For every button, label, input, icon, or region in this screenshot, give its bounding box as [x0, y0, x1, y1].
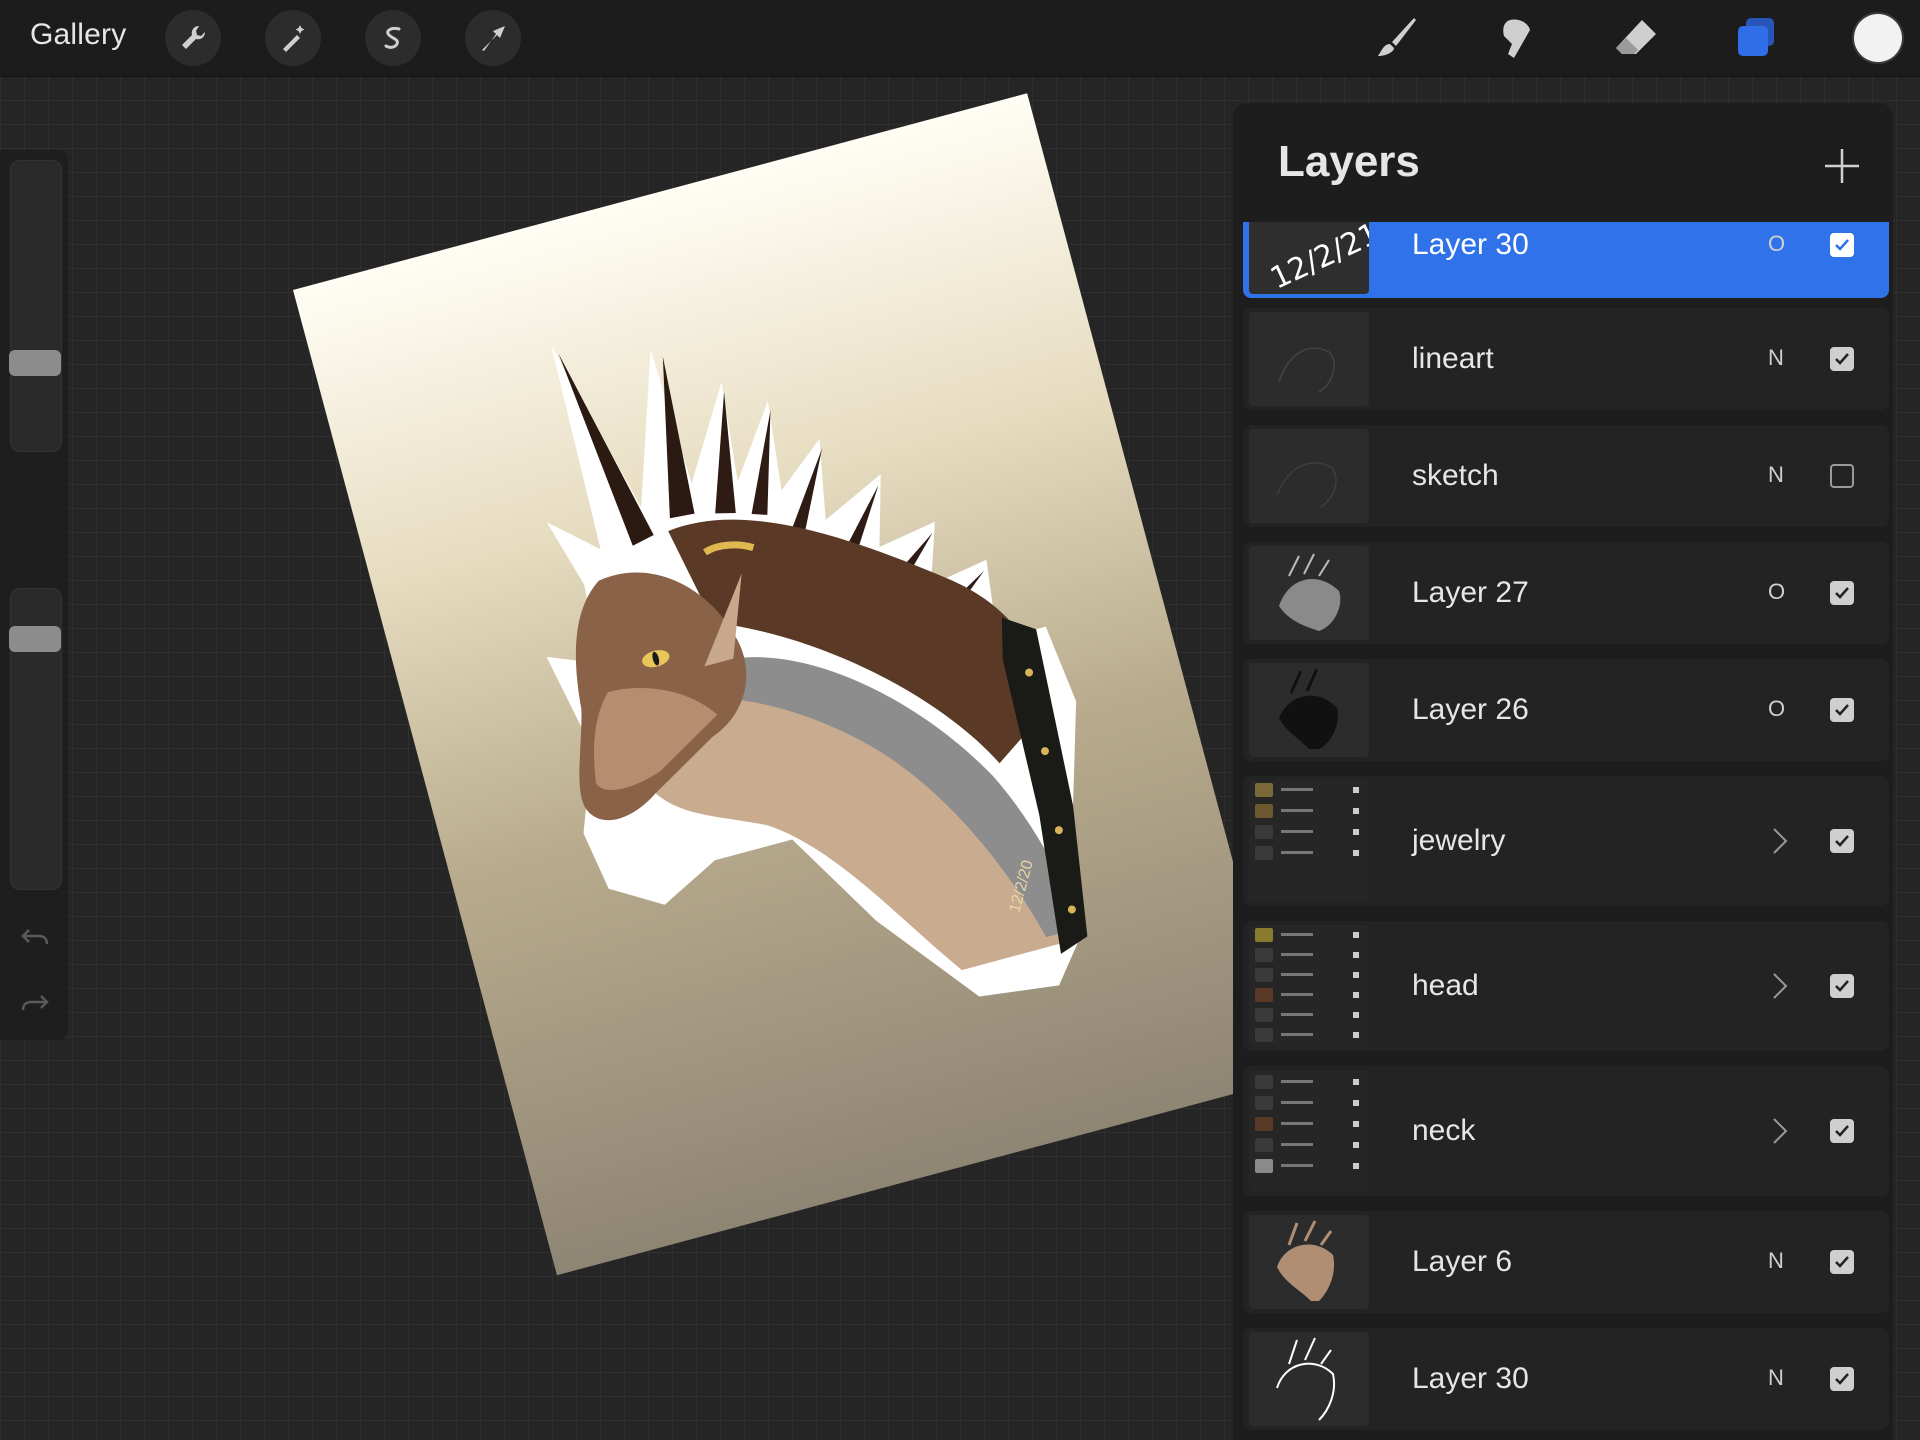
gallery-button[interactable]: Gallery — [30, 18, 126, 52]
blend-mode-label[interactable]: O — [1768, 231, 1785, 257]
layers-panel: Layers 12/2/21 Layer 30 O lineart N sket… — [1233, 103, 1893, 1440]
layer-thumbnail — [1249, 1332, 1369, 1426]
layer-row[interactable]: Layer 30 N — [1243, 1328, 1889, 1430]
checkmark-icon — [1835, 704, 1849, 716]
top-toolbar: Gallery — [0, 0, 1920, 77]
actions-button[interactable] — [165, 10, 221, 66]
layer-visibility-checkbox[interactable] — [1830, 1250, 1854, 1274]
layer-visibility-checkbox[interactable] — [1830, 233, 1854, 257]
layer-visibility-checkbox[interactable] — [1830, 974, 1854, 998]
checkmark-icon — [1835, 980, 1849, 992]
layer-name: Layer 6 — [1412, 1245, 1513, 1278]
layer-name: lineart — [1412, 342, 1494, 375]
layers-tool-button[interactable] — [1730, 12, 1782, 64]
layer-group-name: neck — [1412, 1114, 1476, 1147]
layer-name: Layer 30 — [1412, 1362, 1529, 1395]
adjustments-button[interactable] — [265, 10, 321, 66]
opacity-slider-thumb[interactable] — [9, 626, 61, 653]
undo-icon[interactable] — [19, 920, 51, 952]
left-sidebar — [0, 150, 68, 1040]
smudge-tool-button[interactable] — [1490, 12, 1542, 64]
transform-arrow-icon — [482, 26, 505, 51]
layer-group-row[interactable]: head — [1243, 921, 1889, 1051]
brush-size-slider[interactable] — [10, 160, 62, 452]
smudge-icon — [1503, 19, 1530, 58]
layer-name: sketch — [1412, 459, 1499, 492]
layer-thumbnail — [1249, 312, 1369, 406]
layer-list[interactable]: 12/2/21 Layer 30 O lineart N sketch N La… — [1233, 222, 1893, 1440]
layer-group-row[interactable]: jewelry — [1243, 776, 1889, 906]
checkmark-icon — [1835, 353, 1849, 365]
layer-group-row[interactable]: neck — [1243, 1066, 1889, 1196]
checkmark-icon — [1835, 1373, 1849, 1385]
layer-visibility-checkbox[interactable] — [1830, 1119, 1854, 1143]
blend-mode-label[interactable]: O — [1768, 579, 1785, 605]
layer-row[interactable]: Layer 26 O — [1243, 659, 1889, 761]
blend-mode-label[interactable]: N — [1768, 1248, 1784, 1274]
chevron-right-icon[interactable] — [1770, 971, 1790, 1001]
blend-mode-label[interactable]: N — [1768, 462, 1784, 488]
layer-thumbnail — [1249, 429, 1369, 523]
blend-mode-label[interactable]: N — [1768, 1365, 1784, 1391]
layer-row[interactable]: sketch N — [1243, 425, 1889, 527]
chevron-right-icon[interactable] — [1770, 1116, 1790, 1146]
checkmark-icon — [1835, 587, 1849, 599]
layer-name: Layer 30 — [1412, 228, 1529, 261]
checkmark-icon — [1835, 239, 1849, 251]
checkmark-icon — [1835, 835, 1849, 847]
blend-mode-label[interactable]: N — [1768, 345, 1784, 371]
eraser-icon — [1616, 20, 1656, 54]
checkmark-icon — [1835, 1256, 1849, 1268]
layer-visibility-checkbox[interactable] — [1830, 1367, 1854, 1391]
brush-tool-button[interactable] — [1370, 12, 1422, 64]
layer-thumbnail: 12/2/21 — [1249, 222, 1369, 294]
layer-visibility-checkbox[interactable] — [1830, 464, 1854, 488]
layer-visibility-checkbox[interactable] — [1830, 698, 1854, 722]
brush-icon — [1378, 18, 1416, 56]
layer-thumbnail — [1249, 546, 1369, 640]
wrench-icon — [182, 25, 206, 49]
magic-wand-icon — [283, 25, 305, 52]
selection-button[interactable] — [365, 10, 421, 66]
plus-icon[interactable] — [1819, 143, 1865, 189]
redo-icon[interactable] — [19, 986, 51, 1018]
layer-visibility-checkbox[interactable] — [1830, 581, 1854, 605]
transform-button[interactable] — [465, 10, 521, 66]
color-picker-swatch[interactable] — [1854, 14, 1902, 62]
layers-icon — [1738, 18, 1774, 56]
checkmark-icon — [1835, 1125, 1849, 1137]
layer-name: Layer 27 — [1412, 576, 1529, 609]
thumbnail-signature: 12/2/21 — [1265, 222, 1369, 294]
group-thumbnail — [1249, 780, 1369, 902]
layer-name: Layer 26 — [1412, 693, 1529, 726]
group-thumbnail — [1249, 925, 1369, 1047]
blend-mode-label[interactable]: O — [1768, 696, 1785, 722]
layer-group-name: head — [1412, 969, 1479, 1002]
selection-icon — [384, 27, 401, 49]
chevron-right-icon[interactable] — [1770, 826, 1790, 856]
layer-visibility-checkbox[interactable] — [1830, 829, 1854, 853]
layer-row[interactable]: lineart N — [1243, 308, 1889, 410]
brush-size-slider-thumb[interactable] — [9, 350, 61, 377]
layer-thumbnail — [1249, 663, 1369, 757]
group-thumbnail — [1249, 1070, 1369, 1192]
layer-group-name: jewelry — [1412, 824, 1506, 857]
layer-thumbnail — [1249, 1215, 1369, 1309]
layer-row[interactable]: 12/2/21 Layer 30 O — [1243, 222, 1889, 298]
layer-visibility-checkbox[interactable] — [1830, 347, 1854, 371]
layers-panel-title: Layers — [1278, 137, 1420, 186]
layer-row[interactable]: Layer 27 O — [1243, 542, 1889, 644]
eraser-tool-button[interactable] — [1610, 12, 1662, 64]
layer-row[interactable]: Layer 6 N — [1243, 1211, 1889, 1313]
